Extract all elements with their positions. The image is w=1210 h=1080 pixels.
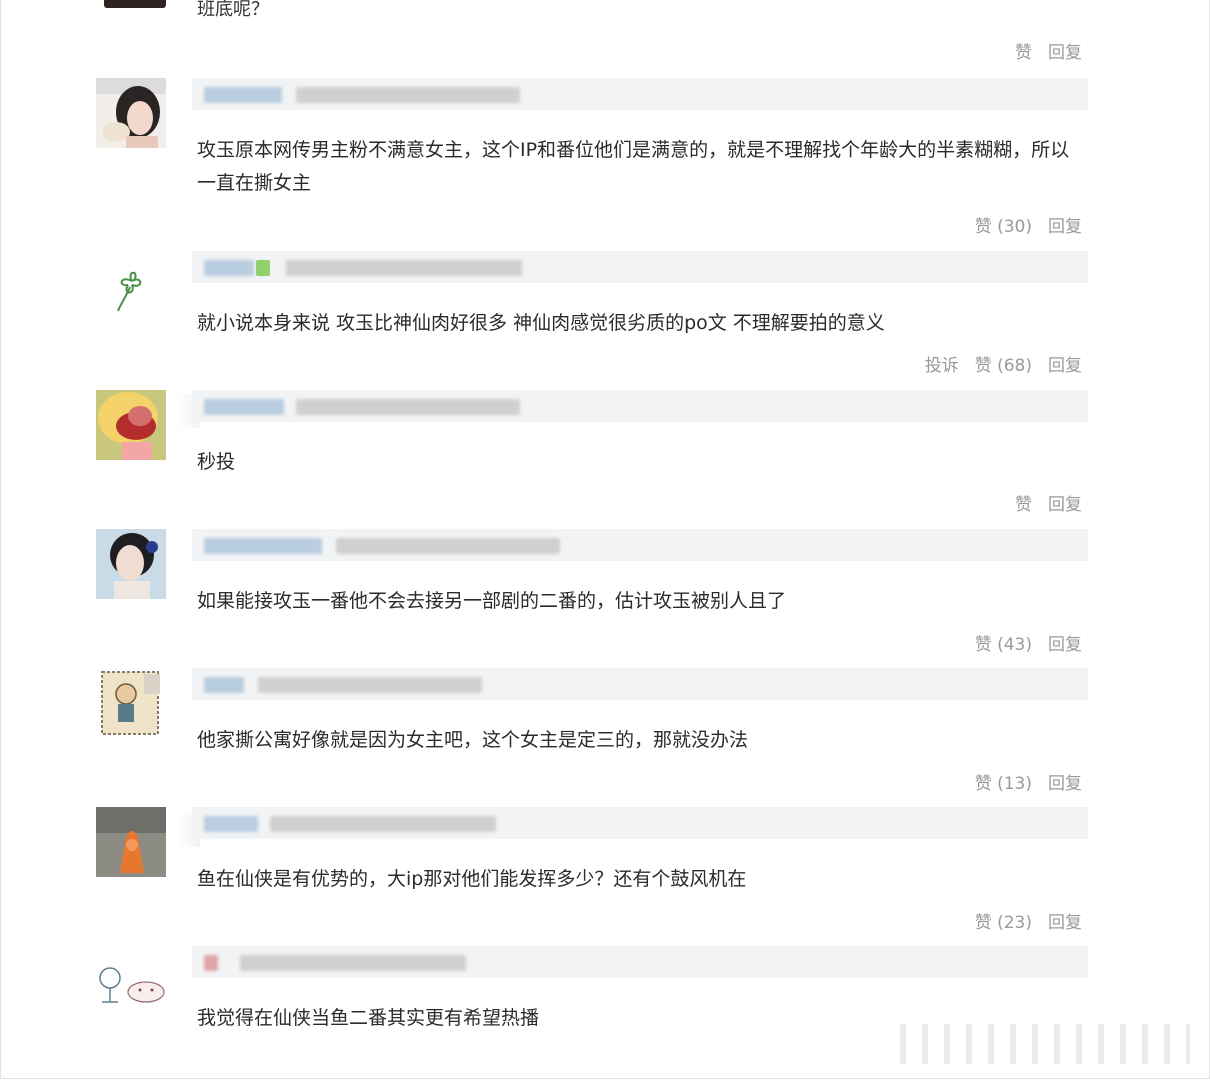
username-blurred[interactable] [204, 399, 284, 415]
timestamp-blurred [296, 87, 520, 103]
orange-toy-avatar-icon[interactable] [96, 807, 166, 877]
comment-text: 秒投 [197, 451, 236, 473]
comment-actions: 赞 (43) 回复 [975, 630, 1082, 655]
user-meta-bar [192, 529, 1088, 561]
like-button[interactable]: 赞 (30) [975, 212, 1032, 237]
timestamp-blurred [286, 260, 522, 276]
like-button[interactable]: 赞 (68) [975, 351, 1032, 376]
cartoon-stamp-avatar-icon[interactable] [96, 668, 166, 738]
user-meta-bar [192, 390, 1088, 422]
comment-actions: 赞 回复 [1015, 38, 1082, 63]
user-meta-bar [192, 668, 1088, 700]
reply-button[interactable]: 回复 [1048, 351, 1082, 376]
comment-actions: 赞 回复 [1015, 490, 1082, 515]
report-button[interactable]: 投诉 [925, 351, 959, 376]
timestamp-blurred [296, 399, 520, 415]
like-button[interactable]: 赞 [1015, 490, 1032, 515]
reply-button[interactable]: 回复 [1048, 908, 1082, 933]
username-blurred[interactable] [204, 816, 258, 832]
like-button[interactable]: 赞 (23) [975, 908, 1032, 933]
comment-actions: 投诉 赞 (68) 回复 [925, 351, 1082, 376]
comment-text: 就小说本身来说 攻玉比神仙肉好很多 神仙肉感觉很劣质的po文 不理解要拍的意义 [197, 312, 885, 334]
comment-item: 攻玉原本网传男主粉不满意女主，这个IP和番位他们是满意的，就是不理解找个年龄大的… [0, 78, 1210, 238]
username-blurred[interactable] [204, 538, 322, 554]
girl-photo-avatar-icon[interactable] [96, 78, 166, 148]
fan-sketch-avatar-icon[interactable] [96, 946, 166, 1016]
comment-item: 班底呢？ 赞 回复 [0, 0, 1210, 70]
timestamp-blurred [258, 677, 482, 693]
watermark [900, 1024, 1190, 1064]
comment-text: 鱼在仙侠是有优势的，大ip那对他们能发挥多少？还有个鼓风机在 [197, 868, 747, 890]
username-blurred[interactable] [204, 260, 254, 276]
username-blurred[interactable] [204, 955, 218, 971]
clover-avatar-icon[interactable] [96, 251, 166, 321]
comment-text: 班底呢？ [197, 0, 269, 20]
reply-button[interactable]: 回复 [1048, 38, 1082, 63]
comment-item: 就小说本身来说 攻玉比神仙肉好很多 神仙肉感觉很劣质的po文 不理解要拍的意义 … [0, 251, 1210, 381]
user-meta-bar [192, 807, 1088, 839]
reply-button[interactable]: 回复 [1048, 212, 1082, 237]
like-button[interactable]: 赞 (13) [975, 769, 1032, 794]
like-button[interactable]: 赞 (43) [975, 630, 1032, 655]
user-meta-bar [192, 78, 1088, 110]
comment-item: 他家撕公寓好像就是因为女主吧，这个女主是定三的，那就没办法 赞 (13) 回复 [0, 668, 1210, 798]
comment-text: 他家撕公寓好像就是因为女主吧，这个女主是定三的，那就没办法 [197, 729, 749, 751]
comment-item: 如果能接攻玉一番他不会去接另一部剧的二番的，估计攻玉被别人且了 赞 (43) 回… [0, 529, 1210, 659]
user-meta-bar [192, 251, 1088, 283]
comment-item: 秒投 赞 回复 [0, 390, 1210, 520]
username-blurred[interactable] [204, 87, 282, 103]
woman-portrait-avatar-icon[interactable] [96, 529, 166, 599]
reply-button[interactable]: 回复 [1048, 769, 1082, 794]
comment-actions: 赞 (23) 回复 [975, 908, 1082, 933]
comment-text: 攻玉原本网传男主粉不满意女主，这个IP和番位他们是满意的，就是不理解找个年龄大的… [197, 139, 1070, 194]
comment-item: 鱼在仙侠是有优势的，大ip那对他们能发挥多少？还有个鼓风机在 赞 (23) 回复 [0, 807, 1210, 937]
timestamp-blurred [336, 538, 560, 554]
user-meta-bar [192, 946, 1088, 978]
timestamp-blurred [240, 955, 466, 971]
plush-toy-avatar-icon[interactable] [96, 390, 166, 460]
timestamp-blurred [270, 816, 496, 832]
user-badge [256, 260, 270, 276]
reply-button[interactable]: 回复 [1048, 490, 1082, 515]
username-blurred[interactable] [204, 677, 244, 693]
comment-text: 如果能接攻玉一番他不会去接另一部剧的二番的，估计攻玉被别人且了 [197, 590, 787, 612]
reply-button[interactable]: 回复 [1048, 630, 1082, 655]
like-button[interactable]: 赞 [1015, 38, 1032, 63]
comment-actions: 赞 (13) 回复 [975, 769, 1082, 794]
avatar[interactable] [104, 0, 166, 8]
comment-actions: 赞 (30) 回复 [975, 212, 1082, 237]
